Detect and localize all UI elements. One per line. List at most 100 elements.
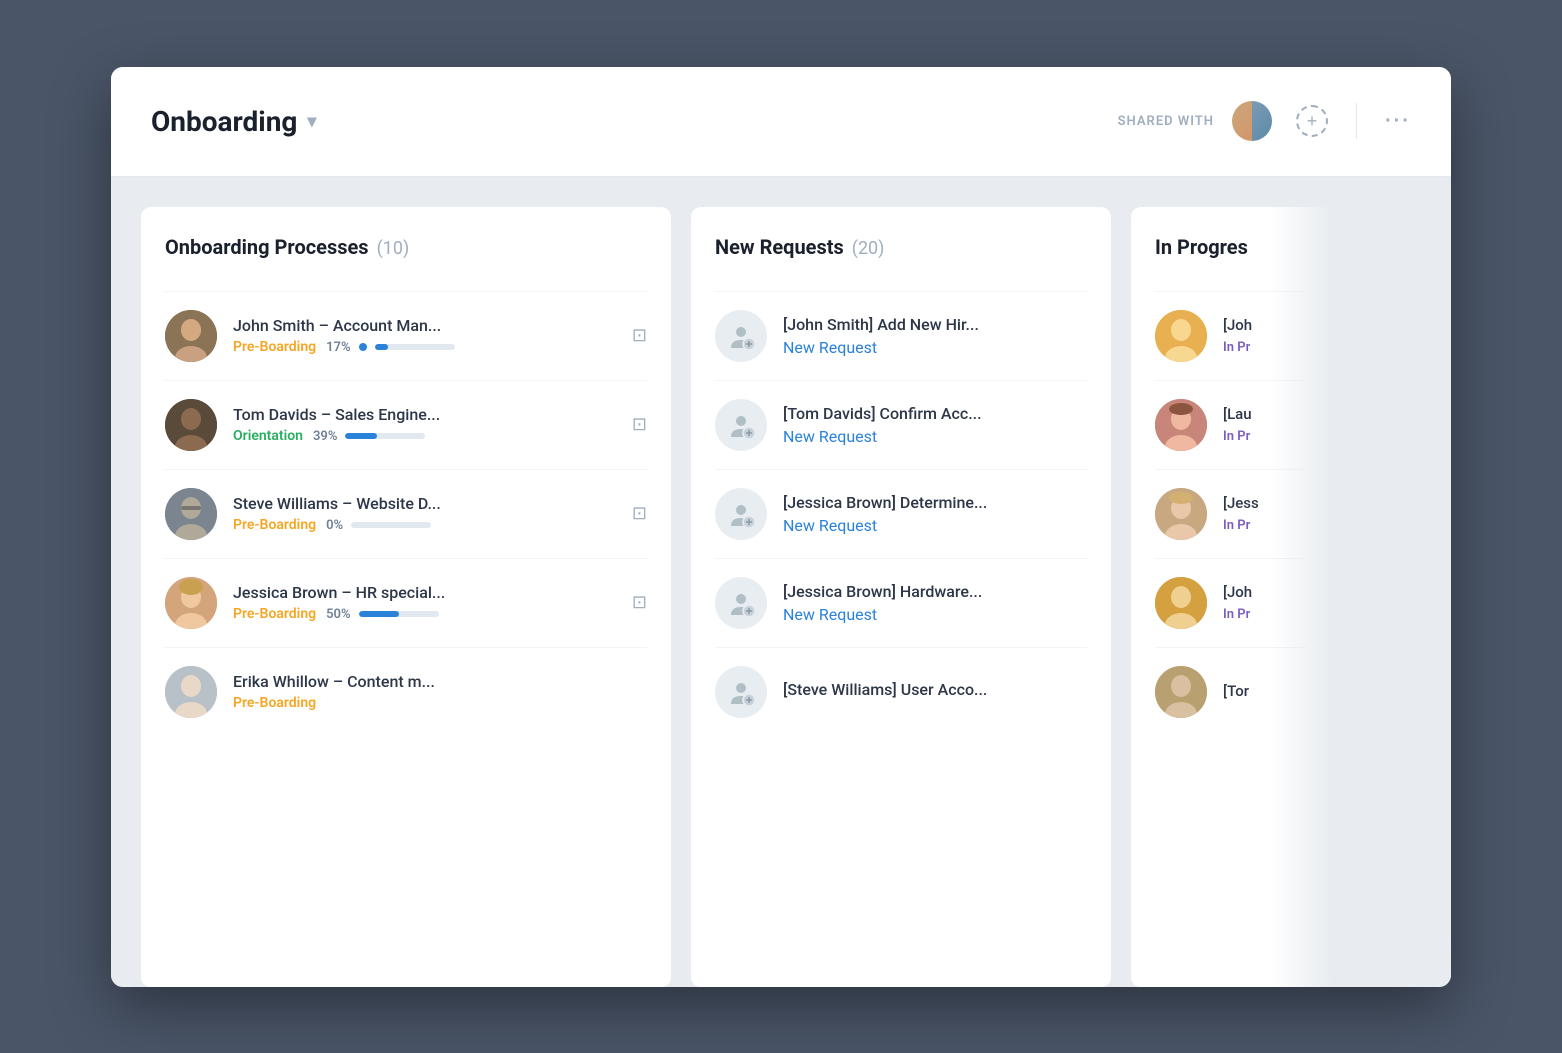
item-info: [Lau In Pr	[1223, 405, 1307, 444]
column-header-in-progress: In Progres	[1155, 235, 1307, 271]
avatar-placeholder	[715, 399, 767, 451]
column-count-new-requests: (20)	[852, 238, 885, 259]
list-item[interactable]: John Smith – Account Man... Pre-Boarding…	[165, 291, 647, 380]
list-item[interactable]: [John Smith] Add New Hir... New Request	[715, 291, 1087, 380]
list-item[interactable]: [Joh In Pr	[1155, 291, 1307, 380]
item-info: [Jessica Brown] Determine... New Request	[783, 493, 1087, 535]
progress-dot	[359, 343, 367, 351]
item-name: [Joh	[1223, 316, 1307, 334]
list-item[interactable]: [Tom Davids] Confirm Acc... New Request	[715, 380, 1087, 469]
column-count-onboarding: (10)	[377, 238, 410, 259]
list-item[interactable]: Steve Williams – Website D... Pre-Boardi…	[165, 469, 647, 558]
link-icon[interactable]: ⊡	[632, 592, 647, 613]
item-status: New Request	[783, 427, 1087, 446]
item-status: Pre-Boarding	[233, 695, 647, 711]
header: Onboarding ▾ SHARED WITH + ···	[111, 67, 1451, 177]
status-label: New Request	[783, 338, 877, 357]
progress-fill	[345, 433, 376, 439]
status-label: Pre-Boarding	[233, 339, 316, 355]
chevron-down-icon[interactable]: ▾	[307, 111, 316, 132]
item-name: [Joh	[1223, 583, 1307, 601]
item-name: Erika Whillow – Content m...	[233, 672, 647, 691]
list-item[interactable]: [Lau In Pr	[1155, 380, 1307, 469]
item-info: Jessica Brown – HR special... Pre-Boardi…	[233, 583, 616, 622]
list-item[interactable]: [Tor	[1155, 647, 1307, 736]
item-info: Erika Whillow – Content m... Pre-Boardin…	[233, 672, 647, 711]
shared-avatars	[1230, 99, 1274, 143]
column-title-in-progress: In Progres	[1155, 235, 1248, 259]
progress-fill	[359, 611, 399, 617]
item-info: [Steve Williams] User Acco...	[783, 680, 1087, 703]
avatar	[1155, 666, 1207, 718]
progress-group: 50%	[326, 607, 438, 622]
progress-group: 0%	[326, 518, 431, 533]
item-name: Steve Williams – Website D...	[233, 494, 616, 513]
item-status: New Request	[783, 338, 1087, 357]
item-name: [John Smith] Add New Hir...	[783, 315, 1087, 334]
item-name: [Jessica Brown] Determine...	[783, 493, 1087, 512]
column-header-new-requests: New Requests (20)	[715, 235, 1087, 271]
item-name: [Lau	[1223, 405, 1307, 423]
progress-percent: 39%	[313, 429, 337, 444]
link-icon[interactable]: ⊡	[632, 503, 647, 524]
status-label: Orientation	[233, 428, 303, 444]
list-item[interactable]: [Jess In Pr	[1155, 469, 1307, 558]
list-item[interactable]: Tom Davids – Sales Engine... Orientation…	[165, 380, 647, 469]
item-info: [Joh In Pr	[1223, 316, 1307, 355]
item-name: Jessica Brown – HR special...	[233, 583, 616, 602]
item-status: Pre-Boarding 17%	[233, 339, 616, 355]
item-info: [Tom Davids] Confirm Acc... New Request	[783, 404, 1087, 446]
item-name: [Steve Williams] User Acco...	[783, 680, 1087, 699]
list-item[interactable]: [Joh In Pr	[1155, 558, 1307, 647]
item-name: [Tom Davids] Confirm Acc...	[783, 404, 1087, 423]
main-content: Onboarding Processes (10) John	[111, 177, 1451, 987]
avatar	[165, 310, 217, 362]
status-label: Pre-Boarding	[233, 517, 316, 533]
avatar-right	[1252, 101, 1272, 141]
item-status: New Request	[783, 605, 1087, 624]
header-title: Onboarding ▾	[151, 105, 1118, 138]
progress-group: 39%	[313, 429, 425, 444]
list-item[interactable]: Jessica Brown – HR special... Pre-Boardi…	[165, 558, 647, 647]
status-label: In Pr	[1223, 518, 1250, 533]
status-label: In Pr	[1223, 429, 1250, 444]
avatar-placeholder	[715, 577, 767, 629]
column-header-onboarding: Onboarding Processes (10)	[165, 235, 647, 271]
list-item[interactable]: Erika Whillow – Content m... Pre-Boardin…	[165, 647, 647, 736]
add-shared-button[interactable]: +	[1296, 105, 1328, 137]
in-progress-column: In Progres [Joh In Pr	[1131, 207, 1331, 987]
status-label: Pre-Boarding	[233, 695, 316, 711]
column-title-new-requests: New Requests	[715, 235, 844, 259]
status-label: New Request	[783, 605, 877, 624]
avatar	[165, 577, 217, 629]
avatar	[165, 488, 217, 540]
item-info: John Smith – Account Man... Pre-Boarding…	[233, 316, 616, 355]
item-info: [Tor	[1223, 682, 1307, 702]
more-options-button[interactable]: ···	[1385, 110, 1411, 133]
avatar-placeholder	[715, 488, 767, 540]
avatar	[1230, 99, 1274, 143]
link-icon[interactable]: ⊡	[632, 414, 647, 435]
list-item[interactable]: [Jessica Brown] Hardware... New Request	[715, 558, 1087, 647]
progress-bar	[351, 522, 431, 528]
header-right: SHARED WITH + ···	[1118, 99, 1411, 143]
avatar	[1155, 577, 1207, 629]
item-name: [Jessica Brown] Hardware...	[783, 582, 1087, 601]
list-item[interactable]: [Jessica Brown] Determine... New Request	[715, 469, 1087, 558]
avatar	[1155, 310, 1207, 362]
progress-fill	[375, 344, 389, 350]
item-info: [John Smith] Add New Hir... New Request	[783, 315, 1087, 357]
page-title: Onboarding	[151, 105, 297, 138]
avatar	[165, 666, 217, 718]
avatar	[1155, 399, 1207, 451]
item-status: Pre-Boarding 50%	[233, 606, 616, 622]
columns-container: Onboarding Processes (10) John	[141, 207, 1421, 987]
status-label: In Pr	[1223, 340, 1250, 355]
item-name: [Tor	[1223, 682, 1307, 700]
item-info: [Jessica Brown] Hardware... New Request	[783, 582, 1087, 624]
link-icon[interactable]: ⊡	[632, 325, 647, 346]
list-item[interactable]: [Steve Williams] User Acco...	[715, 647, 1087, 736]
column-title-onboarding: Onboarding Processes	[165, 235, 369, 259]
item-info: [Jess In Pr	[1223, 494, 1307, 533]
shared-with-label: SHARED WITH	[1118, 114, 1214, 129]
